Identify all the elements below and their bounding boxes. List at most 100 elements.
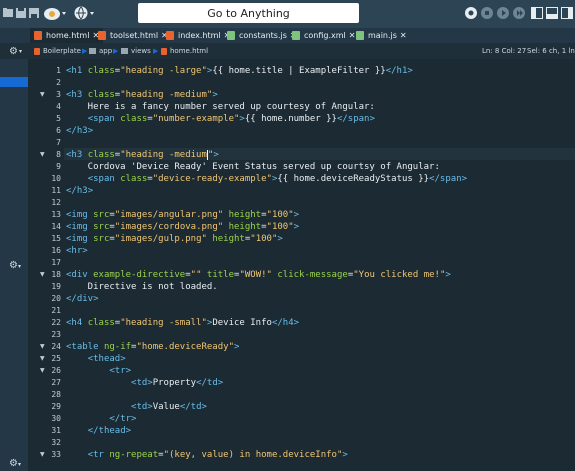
tab-main-js[interactable]: main.js ✕ [356,28,407,43]
html-file-icon [161,47,167,55]
html-file-icon [34,31,42,40]
line-number: 6 [56,126,61,135]
code-line[interactable]: <td>Property</td> [66,377,223,389]
line-number: 17 [51,258,61,267]
code-line[interactable]: <tr> [66,365,131,377]
code-line[interactable]: <img src="images/angular.png" height="10… [66,209,299,221]
fold-toggle-icon[interactable]: ▼ [40,89,45,101]
line-number: 20 [51,294,61,303]
line-number: 15 [51,234,61,243]
editor-tab-bar: home.html ✕ toolset.html ✕ index.html ✕ … [0,28,575,43]
breadcrumb-item-app[interactable]: app [89,43,112,59]
line-number: 22 [51,318,61,327]
stop-icon[interactable] [480,5,494,21]
record-icon[interactable] [464,5,478,21]
tab-label: main.js [368,31,397,40]
main-toolbar: Go to Anything [0,0,575,28]
gear-icon[interactable]: ⚙▾ [9,260,21,271]
line-number: 16 [51,246,61,255]
code-line[interactable]: <h4 class="heading -small">Device Info</… [66,317,299,329]
line-number: 4 [56,102,61,111]
html-file-icon [166,31,174,40]
cloud-icon[interactable] [43,5,69,21]
selected-pane-item[interactable] [0,77,28,87]
line-number: 10 [51,174,61,183]
fold-toggle-icon[interactable]: ▼ [40,449,45,461]
code-line[interactable]: <hr> [66,245,88,257]
code-line[interactable]: </tr> [66,413,136,425]
line-number: 9 [56,162,61,171]
xml-file-icon [292,31,300,40]
line-number: 29 [51,402,61,411]
line-number: 31 [51,426,61,435]
js-file-icon [227,31,235,40]
code-line[interactable]: Cordova 'Device Ready' Event Status serv… [66,161,440,173]
code-line[interactable]: <img src="images/cordova.png" height="10… [66,221,299,233]
code-line[interactable]: <div example-directive="" title="WOW!" c… [66,269,451,281]
breadcrumb-label: home.html [170,47,209,55]
breadcrumb-item-home-html[interactable]: home.html [161,43,208,59]
close-icon[interactable]: ✕ [400,31,407,40]
play-icon[interactable] [496,5,510,21]
tab-home-html[interactable]: home.html ✕ [30,28,104,43]
tab-label: config.xml [304,31,346,40]
play-all-icon[interactable] [512,5,526,21]
save-all-icon[interactable] [28,5,40,21]
tab-constants-js[interactable]: constants.js ✕ [227,28,297,43]
line-number: 27 [51,378,61,387]
folder-icon [89,48,96,54]
tab-label: index.html [178,31,221,40]
code-line[interactable]: <thead> [66,353,126,365]
go-to-anything-label: Go to Anything [207,6,290,20]
line-number: 23 [51,330,61,339]
code-line[interactable]: <tr ng-repeat="(key, value) in home.devi… [66,449,348,461]
cursor-position: Ln: 8 Col: 27 [482,47,527,55]
js-file-icon [356,31,364,40]
close-icon[interactable]: ✕ [349,31,356,40]
tab-label: constants.js [239,31,287,40]
project-icon [34,47,40,55]
fold-toggle-icon[interactable]: ▼ [40,149,45,161]
breadcrumb-label: Boilerplate [43,47,81,55]
fold-toggle-icon[interactable]: ▼ [40,365,45,377]
folder-icon[interactable] [2,5,14,21]
layout-bottom-icon[interactable] [546,5,558,21]
tab-toolset-html[interactable]: toolset.html ✕ [98,28,168,43]
code-line[interactable]: <td>Value</td> [66,401,207,413]
fold-toggle-icon[interactable]: ▼ [40,341,45,353]
fold-toggle-icon[interactable]: ▼ [40,353,45,365]
line-number: 5 [56,114,61,123]
breadcrumb-item-boilerplate[interactable]: Boilerplate [34,43,81,59]
layout-right-icon[interactable] [561,5,573,21]
code-line[interactable]: <h3 class="heading -medium"> [66,89,218,101]
code-line[interactable]: </h3> [66,125,93,137]
code-line[interactable]: <img src="images/gulp.png" height="100"> [66,233,283,245]
tab-config-xml[interactable]: config.xml ✕ [292,28,355,43]
line-number: 2 [56,78,61,87]
go-to-anything-bar[interactable]: Go to Anything [138,3,359,23]
selection-info: Sel: 6 ch, 1 ln [527,47,575,55]
line-number: 28 [51,390,61,399]
line-number: 11 [51,186,61,195]
code-line[interactable]: <span class="number-example">{{ home.num… [66,113,375,125]
layout-left-icon[interactable] [531,5,543,21]
code-line[interactable]: </h3> [66,185,93,197]
code-line[interactable]: <h3 class="heading -medium"> [66,149,219,161]
line-number: 1 [56,66,61,75]
globe-icon[interactable] [73,5,99,21]
code-line[interactable]: Directive is not loaded. [66,281,218,293]
code-line[interactable]: </thead> [66,425,131,437]
save-icon[interactable] [15,5,27,21]
fold-toggle-icon[interactable]: ▼ [40,269,45,281]
gear-icon[interactable]: ⚙▾ [9,43,22,59]
line-number: 30 [51,414,61,423]
gear-icon[interactable]: ⚙▾ [9,458,21,469]
tab-index-html[interactable]: index.html ✕ [166,28,230,43]
code-line[interactable]: <table ng-if="home.deviceReady"> [66,341,239,353]
code-line[interactable]: <h1 class="heading -large">{{ home.title… [66,65,413,77]
line-number: 14 [51,222,61,231]
code-line[interactable]: </div> [66,293,99,305]
breadcrumb-item-views[interactable]: views [121,43,151,59]
code-line[interactable]: Here is a fancy number served up courtes… [66,101,375,113]
code-line[interactable]: <span class="device-ready-example">{{ ho… [66,173,467,185]
